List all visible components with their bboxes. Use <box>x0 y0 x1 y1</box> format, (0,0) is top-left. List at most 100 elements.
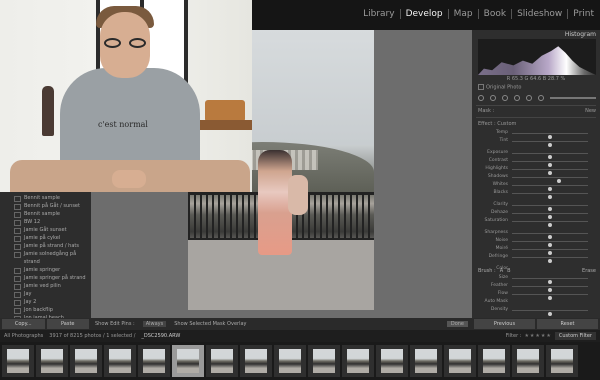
custom-filter-select[interactable]: Custom Filter <box>554 332 596 340</box>
divider <box>476 117 596 118</box>
preset-item[interactable]: Jamie på strand / hats <box>14 242 91 250</box>
preset-item[interactable]: Jamie solnedgång på strand <box>14 250 91 266</box>
filmstrip-thumbnail[interactable] <box>70 345 102 377</box>
preset-item[interactable]: Jamie Gåt sunset <box>14 226 91 234</box>
histogram-title[interactable]: Histogram <box>565 31 596 38</box>
slider-label: Whites <box>492 182 508 187</box>
slider-track[interactable] <box>512 193 588 199</box>
filmstrip-thumbnail[interactable] <box>410 345 442 377</box>
slider-row: Moiré <box>478 245 596 255</box>
thumbnail-image <box>177 349 199 373</box>
slider-row: Sharpness <box>478 229 596 239</box>
module-book[interactable]: Book <box>479 9 513 19</box>
filmstrip-thumbnail[interactable] <box>478 345 510 377</box>
mask-new-button[interactable]: New <box>585 108 596 114</box>
effect-select[interactable]: Custom <box>497 121 516 127</box>
spot-removal-icon[interactable] <box>490 95 496 101</box>
thumbnail-image <box>75 349 97 373</box>
mask-overlay-toggle[interactable]: Show Selected Mask Overlay <box>174 321 246 327</box>
filmstrip-thumbnail[interactable] <box>308 345 340 377</box>
slider-knob[interactable] <box>548 312 552 316</box>
slider-label: Shadows <box>487 174 508 179</box>
filmstrip-thumbnail[interactable] <box>342 345 374 377</box>
slider-track[interactable] <box>512 310 588 316</box>
module-develop[interactable]: Develop <box>401 9 449 19</box>
preset-item[interactable]: BW 12 <box>14 218 91 226</box>
original-photo-checkbox[interactable]: Original Photo <box>478 84 521 91</box>
module-print[interactable]: Print <box>568 9 594 19</box>
slider-track[interactable] <box>512 177 588 183</box>
slider-row: Whites <box>478 181 596 191</box>
module-slideshow[interactable]: Slideshow <box>512 9 569 19</box>
done-button[interactable]: Done <box>446 321 468 327</box>
slider-track[interactable] <box>512 141 588 147</box>
paste-button[interactable]: Paste <box>46 319 89 329</box>
edit-pins-select[interactable]: Always <box>142 321 167 327</box>
webcam-shirt-text: c'est normal <box>98 120 148 129</box>
slider-track[interactable] <box>512 249 588 255</box>
slider-track[interactable] <box>512 161 588 167</box>
histogram-graph <box>478 46 596 75</box>
slider-track[interactable] <box>512 205 588 211</box>
filmstrip-thumbnail[interactable] <box>36 345 68 377</box>
preset-item[interactable]: Jamie ved pilin <box>14 282 91 290</box>
slider-track[interactable] <box>512 286 588 292</box>
thumbnail-image <box>143 349 165 373</box>
slider-track[interactable] <box>512 169 588 175</box>
preset-item[interactable]: Jamie på cykel <box>14 234 91 242</box>
rating-filter-stars[interactable]: ★★★★★ <box>524 333 551 339</box>
filmstrip-thumbnail[interactable] <box>240 345 272 377</box>
slider-track[interactable] <box>512 294 588 300</box>
module-map[interactable]: Map <box>449 9 479 19</box>
filmstrip-thumbnail[interactable] <box>138 345 170 377</box>
source-label[interactable]: All Photographs <box>4 333 43 339</box>
slider-row: Auto Mask <box>478 298 596 306</box>
filmstrip-thumbnail[interactable] <box>274 345 306 377</box>
slider-track[interactable] <box>512 221 588 227</box>
reset-button[interactable]: Reset <box>537 319 598 329</box>
radial-filter-icon[interactable] <box>526 95 532 101</box>
effect-row: Effect : Custom <box>478 121 516 127</box>
slider-track[interactable] <box>512 213 588 219</box>
slider-row: Tint <box>478 137 596 147</box>
copy-button[interactable]: Copy... <box>2 319 45 329</box>
module-list: Library Develop Map Book Slideshow Print <box>358 9 594 19</box>
slider-row: Blacks <box>478 189 596 199</box>
red-eye-icon[interactable] <box>502 95 508 101</box>
filmstrip-thumbnail[interactable] <box>444 345 476 377</box>
photo-count: 3917 of 8215 photos / 1 selected / <box>49 333 136 339</box>
preset-item[interactable]: Bennit på Gåt / sunset <box>14 202 91 210</box>
tool-slider[interactable] <box>550 97 596 99</box>
slider-track[interactable] <box>512 153 588 159</box>
filmstrip-thumbnail[interactable] <box>512 345 544 377</box>
adjustment-brush-icon[interactable] <box>538 95 544 101</box>
slider-label: Tint <box>499 138 508 143</box>
filmstrip-thumbnail[interactable] <box>376 345 408 377</box>
slider-track[interactable] <box>512 257 588 263</box>
previous-button[interactable]: Previous <box>474 319 535 329</box>
crop-tool-icon[interactable] <box>478 95 484 101</box>
preset-item[interactable]: Jamie springer <box>14 266 91 274</box>
preset-item[interactable]: Bennit sample <box>14 210 91 218</box>
module-library[interactable]: Library <box>358 9 401 19</box>
preset-item[interactable]: Bennit sample <box>14 194 91 202</box>
preset-item[interactable]: Jon backflip <box>14 306 91 314</box>
filmstrip-thumbnail[interactable] <box>546 345 578 377</box>
slider-label: Sharpness <box>484 230 508 235</box>
slider-track[interactable] <box>512 241 588 247</box>
preset-item[interactable]: Jay <box>14 290 91 298</box>
filter-group: Filter : ★★★★★ Custom Filter <box>506 332 596 340</box>
slider-track[interactable] <box>512 233 588 239</box>
filmstrip-thumbnail[interactable] <box>104 345 136 377</box>
histogram[interactable] <box>478 39 596 75</box>
preset-item[interactable]: Jay 2 <box>14 298 91 306</box>
filmstrip-thumbnail[interactable] <box>2 345 34 377</box>
slider-track[interactable] <box>512 133 588 139</box>
filmstrip-thumbnail[interactable] <box>172 345 204 377</box>
slider-track[interactable] <box>512 278 588 284</box>
thumbnail-image <box>211 349 233 373</box>
preset-item[interactable]: Jamie springer på strand <box>14 274 91 282</box>
slider-track[interactable] <box>512 185 588 191</box>
filmstrip-thumbnail[interactable] <box>206 345 238 377</box>
graduated-filter-icon[interactable] <box>514 95 520 101</box>
